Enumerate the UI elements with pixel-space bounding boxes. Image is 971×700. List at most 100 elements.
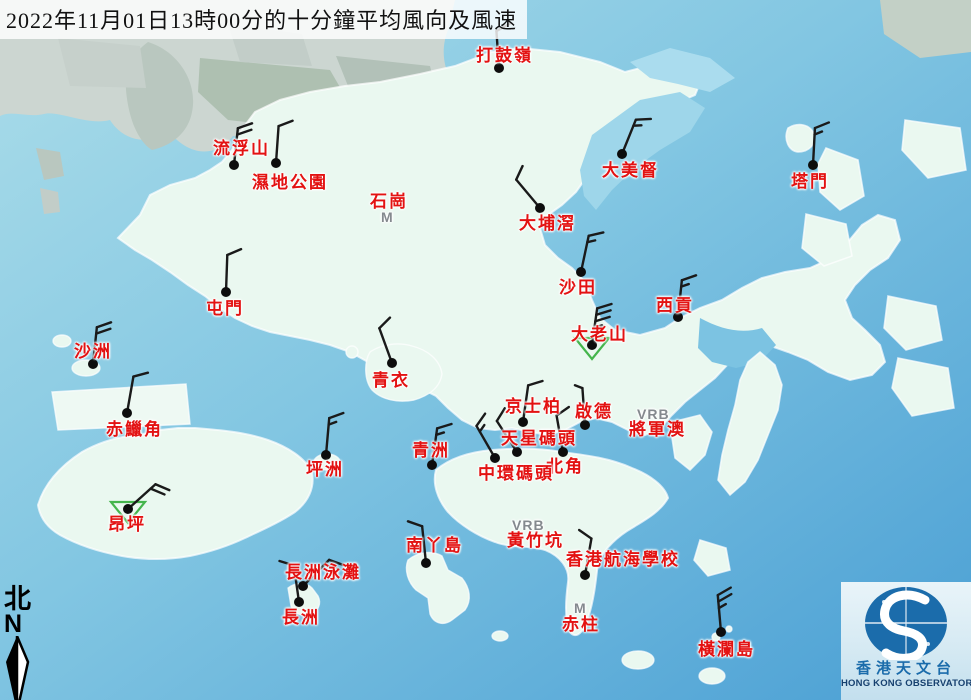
station-dot (490, 453, 500, 463)
wind-barb-full (589, 232, 604, 235)
station-label: 流浮山 (213, 140, 270, 157)
station-label: 昂坪 (108, 516, 146, 533)
station-dot (123, 504, 133, 514)
station-dot (518, 417, 528, 427)
wind-barb-full (155, 484, 169, 490)
wind-barb-full (528, 381, 542, 385)
wind-barb-full (238, 123, 252, 128)
wind-barb-staff (379, 328, 392, 363)
wind-barb-full (718, 588, 731, 596)
map-title: 2022年11月01日13時00分的十分鐘平均風向及風速 (0, 0, 527, 39)
wind-barb-full (636, 119, 651, 120)
station-label: 石崗 (370, 193, 408, 210)
station-marker (516, 166, 545, 213)
hko-logo-chinese: 香港天文台 (841, 661, 971, 678)
wind-barb-full (497, 408, 505, 421)
station-dot (580, 420, 590, 430)
north-hanzi-label: 北 (4, 586, 37, 613)
station-dot (535, 203, 545, 213)
wind-barb-full (579, 530, 591, 539)
wind-barb-full (151, 489, 165, 495)
wind-barb-full (595, 317, 609, 321)
station-status-tag: VRB (637, 407, 670, 421)
station-marker (716, 588, 731, 637)
wind-barb-layer (0, 0, 971, 700)
station-marker (271, 121, 293, 168)
station-label: 南丫島 (406, 537, 463, 554)
north-compass: 北 N (3, 586, 37, 700)
wind-barb-staff (127, 377, 133, 413)
north-letter-label: N (4, 613, 37, 636)
wind-barb-full (596, 310, 610, 314)
wind-barb-staff (276, 126, 279, 163)
station-dot (294, 597, 304, 607)
wind-barb-full (279, 121, 293, 126)
station-label: 啟德 (575, 403, 613, 420)
station-label: 青衣 (372, 372, 410, 389)
wind-barb-half (575, 385, 582, 388)
station-label: 濕地公園 (252, 174, 328, 191)
station-dot (298, 581, 308, 591)
station-dot (716, 627, 726, 637)
station-label: 打鼓嶺 (476, 47, 533, 64)
wind-barb-staff (516, 180, 540, 208)
wind-barb-full (329, 413, 343, 418)
wind-barb-half (480, 425, 485, 432)
station-label: 大老山 (571, 326, 628, 343)
wind-barb-staff (226, 255, 227, 292)
station-label: 塔門 (791, 173, 829, 190)
station-label: 屯門 (206, 300, 244, 317)
station-dot (321, 450, 331, 460)
station-label: 沙洲 (74, 343, 112, 360)
hko-logo-icon (841, 582, 971, 660)
station-status-tag: M (574, 601, 587, 615)
station-label: 橫瀾島 (698, 641, 755, 658)
station-dot (421, 558, 431, 568)
station-marker (617, 119, 651, 159)
wind-barb-full (408, 521, 422, 526)
hko-logo: 香港天文台 HONG KONG OBSERVATORY (841, 582, 971, 700)
north-arrow-icon (3, 636, 33, 700)
station-label: 沙田 (559, 279, 597, 296)
station-dot (427, 460, 437, 470)
station-status-tag: VRB (512, 518, 545, 532)
station-label: 赤鱲角 (106, 421, 163, 438)
station-label: 將軍澳 (629, 421, 686, 438)
station-dot (580, 570, 590, 580)
station-marker (122, 373, 148, 418)
station-status-tag: M (381, 210, 394, 224)
wind-barb-full (133, 373, 147, 377)
station-label: 青洲 (412, 442, 450, 459)
station-dot (271, 158, 281, 168)
wind-barb-full (682, 275, 696, 280)
station-label: 赤柱 (562, 616, 600, 633)
station-label: 香港航海學校 (566, 551, 680, 568)
wind-barb-full (718, 594, 731, 602)
station-label: 大美督 (602, 162, 659, 179)
wind-barb-half (719, 604, 726, 608)
station-label: 中環碼頭 (478, 465, 554, 482)
station-marker (221, 249, 241, 297)
wind-barb-full (815, 122, 829, 128)
station-dot (221, 287, 231, 297)
station-label: 京士柏 (505, 398, 562, 415)
station-label: 黃竹坑 (507, 532, 564, 549)
station-marker (321, 413, 343, 460)
station-label: 西貢 (656, 297, 694, 314)
wind-barb-full (516, 166, 522, 180)
wind-barb-full (597, 304, 611, 308)
wind-barb-full (97, 322, 111, 327)
station-marker (808, 122, 829, 170)
station-label: 天星碼頭 (501, 430, 577, 447)
station-dot (558, 447, 568, 457)
wind-barb-full (437, 424, 451, 428)
station-label: 長洲泳灘 (285, 564, 361, 581)
station-dot (387, 358, 397, 368)
wind-barb-full (227, 249, 241, 255)
wind-barb-full (379, 318, 390, 329)
station-label: 坪洲 (306, 461, 344, 478)
wind-barb-full (96, 329, 110, 334)
wind-barb-full (237, 130, 251, 135)
wind-map-screen: 打鼓嶺流浮山濕地公園石崗M大埔滘大美督塔門沙田屯門西貢沙洲大老山青衣赤鱲角京士柏… (0, 0, 971, 700)
station-dot (808, 160, 818, 170)
